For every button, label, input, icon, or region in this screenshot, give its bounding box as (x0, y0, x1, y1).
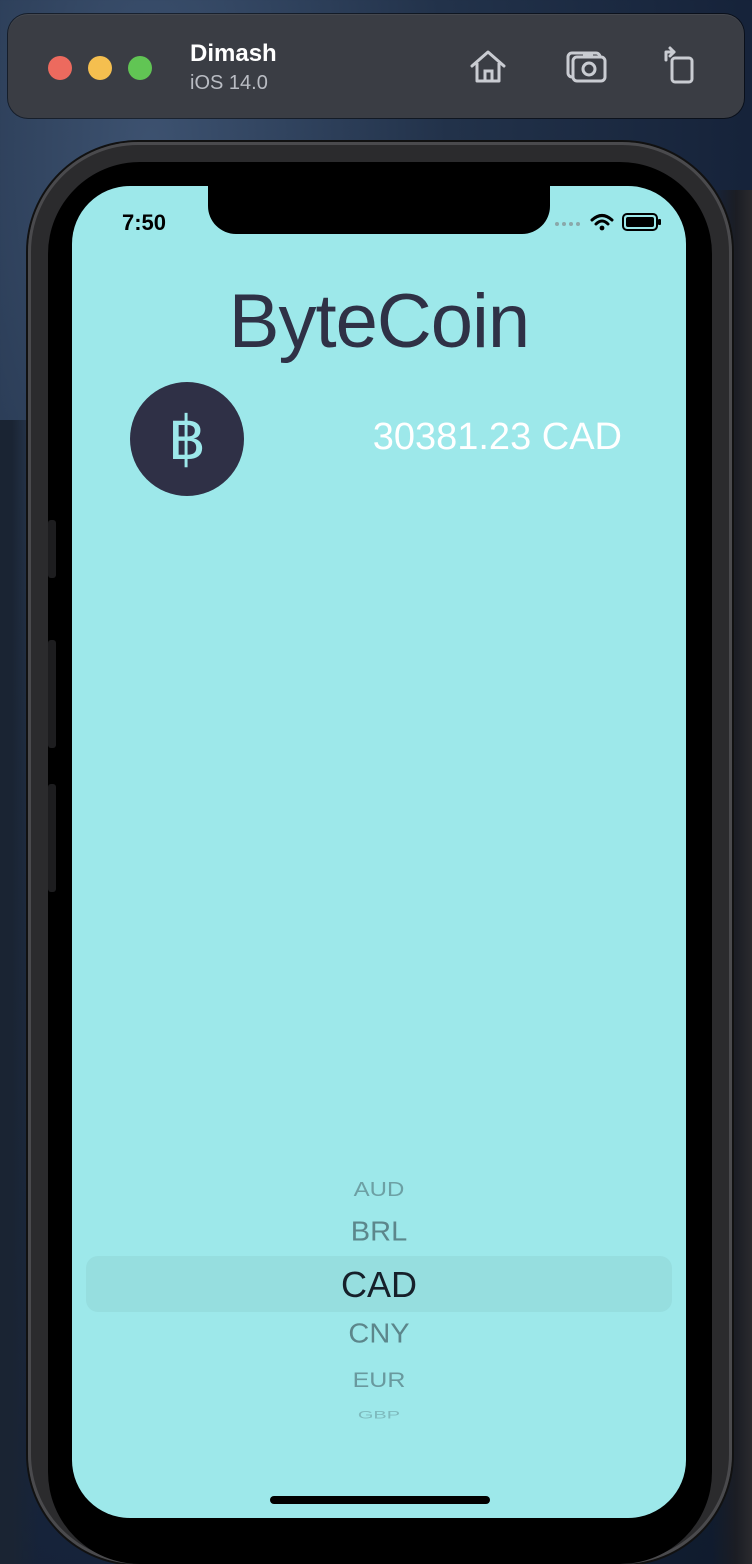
bitcoin-icon: ฿ (167, 405, 207, 472)
close-window-button[interactable] (48, 56, 72, 80)
status-icons (554, 212, 662, 232)
exchange-rate-label: 30381.23 CAD (372, 416, 622, 458)
device-name: Dimash (190, 40, 277, 67)
volume-up-button (48, 640, 56, 748)
battery-icon (622, 213, 661, 231)
home-indicator[interactable] (270, 1496, 490, 1504)
currency-picker[interactable]: AUD BRL CAD CNY EUR GBP (72, 1166, 686, 1436)
zoom-window-button[interactable] (128, 56, 152, 80)
picker-item-cny[interactable]: CNY (72, 1319, 686, 1350)
status-time: 7:50 (122, 210, 167, 235)
picker-item-gbp[interactable]: GBP (72, 1409, 686, 1422)
camera-icon (566, 51, 607, 83)
rotate-icon (664, 46, 694, 84)
rotate-button[interactable] (658, 44, 702, 88)
wifi-icon (590, 214, 614, 231)
picker-item-aud[interactable]: AUD (72, 1178, 686, 1202)
home-icon (470, 50, 506, 83)
picker-item-brl[interactable]: BRL (72, 1217, 686, 1248)
home-button[interactable] (466, 44, 510, 88)
picker-item-cad-selected[interactable]: CAD (72, 1264, 686, 1306)
device-os-version: iOS 14.0 (190, 72, 268, 94)
bitcoin-badge: ฿ (130, 382, 244, 496)
volume-down-button (48, 784, 56, 892)
mute-switch (48, 520, 56, 578)
app-title: ByteCoin (228, 279, 530, 364)
picker-item-eur[interactable]: EUR (72, 1368, 686, 1393)
simulator-titlebar: Dimash iOS 14.0 (8, 14, 744, 118)
notch (208, 186, 550, 234)
signal-icon (555, 222, 580, 226)
phone-screen: 7:50 ByteCoin ฿ 30381.23 CAD AUD BRL CAD… (72, 186, 686, 1518)
minimize-window-button[interactable] (88, 56, 112, 80)
screenshot-button[interactable] (564, 44, 608, 88)
